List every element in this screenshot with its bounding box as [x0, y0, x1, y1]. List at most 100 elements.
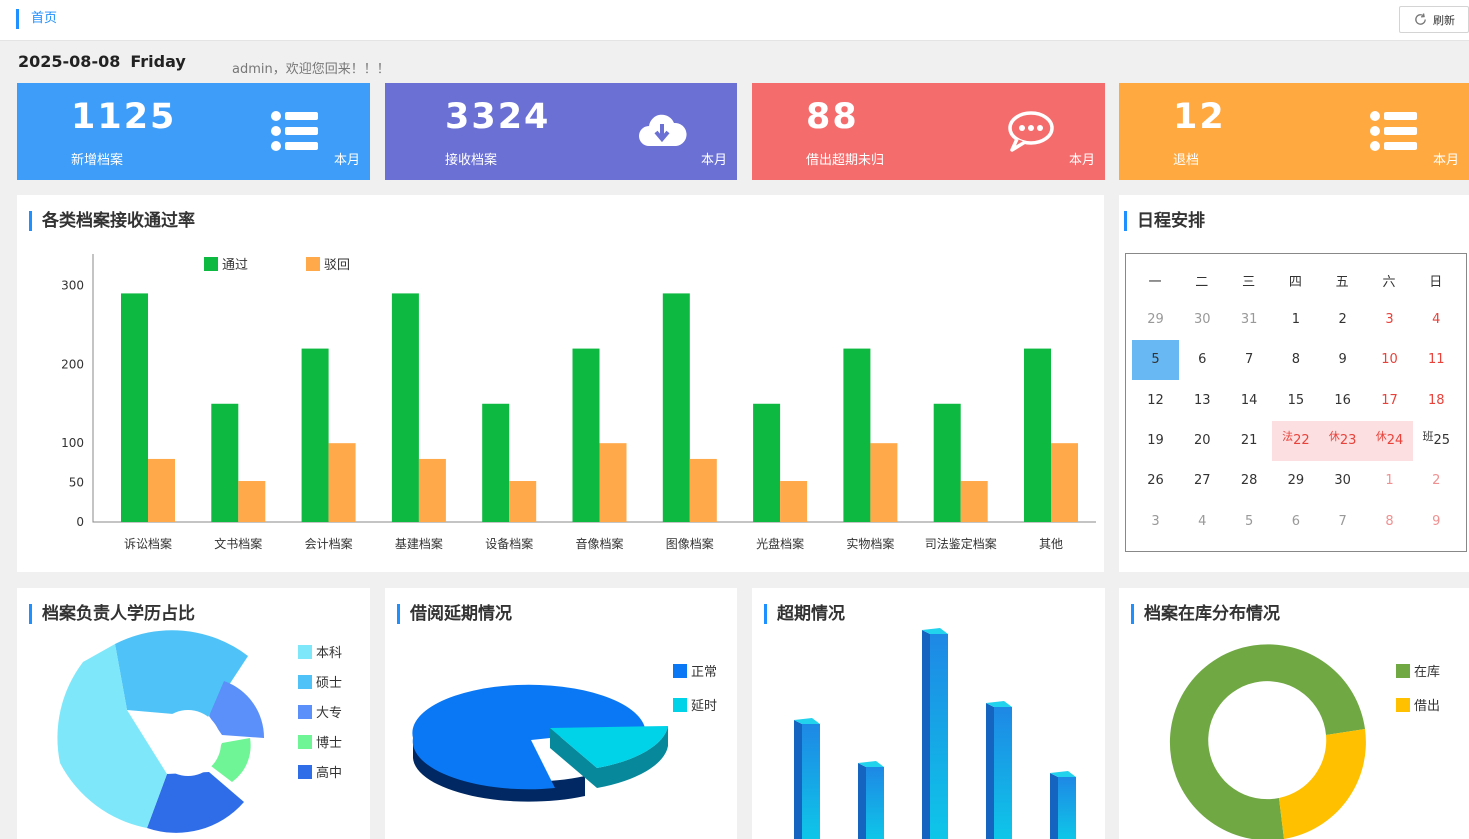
bar-reject[interactable] — [870, 443, 898, 522]
bar-reject[interactable] — [418, 458, 446, 522]
legend-item[interactable]: 硕士 — [298, 672, 342, 691]
calendar-day[interactable]: 7 — [1319, 502, 1366, 542]
calendar-day[interactable]: 休24 — [1366, 420, 1413, 461]
bar-reject[interactable] — [328, 443, 356, 522]
calendar-day-tag: 休 — [1375, 429, 1387, 443]
calendar-day[interactable]: 7 — [1226, 340, 1273, 380]
legend-normal[interactable]: 正常 — [673, 661, 717, 680]
stat-value: 12 — [1173, 97, 1226, 137]
overdue-bar[interactable] — [794, 718, 820, 839]
bar-pass[interactable] — [301, 348, 329, 522]
calendar-day-number: 7 — [1244, 352, 1254, 368]
calendar-day[interactable]: 28 — [1226, 461, 1273, 501]
x-category-label: 光盘档案 — [756, 536, 804, 551]
bar-reject[interactable] — [689, 458, 717, 522]
calendar-day[interactable]: 5 — [1226, 502, 1273, 542]
calendar-day[interactable]: 1 — [1272, 300, 1319, 340]
calendar-day[interactable]: 9 — [1413, 502, 1460, 542]
calendar-day[interactable]: 9 — [1319, 340, 1366, 380]
stat-card-overdue[interactable]: 88 借出超期未归 本月 — [752, 83, 1105, 180]
calendar-day[interactable]: 18 — [1413, 381, 1460, 421]
calendar-day[interactable]: 26 — [1132, 461, 1179, 501]
legend-lent[interactable]: 借出 — [1396, 695, 1440, 714]
bar-reject[interactable] — [148, 458, 175, 522]
legend-stock[interactable]: 在库 — [1396, 661, 1440, 680]
calendar-day[interactable]: 14 — [1226, 381, 1273, 421]
bar-pass[interactable] — [843, 348, 871, 522]
bar-pass[interactable] — [211, 403, 239, 522]
calendar-day[interactable]: 4 — [1413, 300, 1460, 340]
calendar-day[interactable]: 3 — [1366, 300, 1413, 340]
calendar-day[interactable]: 19 — [1132, 421, 1179, 461]
calendar-day[interactable]: 29 — [1132, 300, 1179, 340]
calendar-day[interactable]: 13 — [1179, 381, 1226, 421]
overdue-bar[interactable] — [858, 761, 884, 839]
calendar-day[interactable]: 20 — [1179, 421, 1226, 461]
calendar-day-tag: 法 — [1282, 429, 1294, 443]
pass-rate-panel: 各类档案接收通过率 通过 驳回 0 50 100 200 300 诉讼档案 文书档案 会计档案… — [17, 195, 1104, 572]
legend-delay[interactable]: 延时 — [673, 695, 717, 714]
calendar-day[interactable]: 2 — [1413, 461, 1460, 501]
stat-card-returned[interactable]: 12 退档 本月 — [1119, 83, 1469, 180]
bar-pass[interactable] — [662, 293, 690, 522]
bar-reject[interactable] — [599, 443, 627, 522]
stat-card-received[interactable]: 3324 接收档案 本月 — [385, 83, 737, 180]
legend-swatch — [298, 764, 312, 779]
calendar-day[interactable]: 12 — [1132, 381, 1179, 421]
calendar-day[interactable]: 2 — [1319, 300, 1366, 340]
calendar-day[interactable]: 30 — [1179, 300, 1226, 340]
bar-reject[interactable] — [960, 481, 988, 522]
stat-card-new[interactable]: 1125 新增档案 本月 — [17, 83, 370, 180]
calendar-day[interactable]: 21 — [1226, 421, 1273, 461]
overdue-bar[interactable] — [922, 628, 948, 839]
calendar-day[interactable]: 5 — [1132, 340, 1179, 381]
calendar-day-number: 29 — [1147, 312, 1164, 327]
y-tick-label: 200 — [61, 357, 84, 371]
calendar-day[interactable]: 6 — [1179, 340, 1226, 380]
calendar-day[interactable]: 29 — [1272, 461, 1319, 501]
calendar-day[interactable]: 1 — [1366, 461, 1413, 501]
legend-item[interactable]: 博士 — [298, 732, 342, 751]
calendar-day[interactable]: 8 — [1366, 502, 1413, 542]
bar-reject[interactable] — [238, 481, 266, 522]
refresh-button[interactable]: 刷新 — [1399, 6, 1469, 33]
overdue-bar[interactable] — [1050, 771, 1076, 839]
calendar-day-number: 3 — [1385, 312, 1394, 327]
calendar-day[interactable]: 4 — [1179, 502, 1226, 542]
bar-reject[interactable] — [509, 481, 537, 522]
calendar-day[interactable]: 15 — [1272, 381, 1319, 421]
calendar-day[interactable]: 休23 — [1319, 420, 1367, 461]
top-bar: 首页 刷新 — [0, 0, 1469, 41]
bar-pass[interactable] — [391, 293, 419, 522]
calendar-day[interactable]: 17 — [1366, 381, 1413, 421]
stat-period: 本月 — [700, 153, 727, 168]
legend-label: 本科 — [316, 646, 343, 661]
calendar-day[interactable]: 11 — [1413, 340, 1460, 380]
bar-pass[interactable] — [753, 403, 781, 522]
bar-pass[interactable] — [1024, 348, 1051, 522]
legend-label: 硕士 — [316, 676, 343, 691]
calendar-day[interactable]: 3 — [1132, 502, 1179, 542]
tab-home[interactable]: 首页 — [16, 9, 57, 29]
calendar-day[interactable]: 6 — [1272, 502, 1319, 542]
bar-pass[interactable] — [482, 403, 510, 522]
calendar-day[interactable]: 31 — [1226, 300, 1273, 340]
calendar-day[interactable]: 班25 — [1413, 421, 1460, 461]
legend-item[interactable]: 大专 — [298, 702, 342, 721]
calendar-day[interactable]: 法22 — [1272, 420, 1320, 461]
bar-pass[interactable] — [121, 293, 148, 522]
calendar-day[interactable]: 8 — [1272, 340, 1319, 380]
calendar-day[interactable]: 10 — [1366, 340, 1413, 380]
calendar-day[interactable]: 16 — [1319, 381, 1366, 421]
bar-pass[interactable] — [933, 403, 961, 522]
legend-item[interactable]: 高中 — [298, 762, 342, 781]
overdue-bar[interactable] — [986, 701, 1012, 839]
calendar-day[interactable]: 30 — [1319, 461, 1366, 501]
education-panel: 档案负责人学历占比 本科 硕士 大专 博士 高中 — [17, 588, 370, 839]
bar-pass[interactable] — [572, 348, 600, 522]
bar-reject[interactable] — [780, 481, 808, 522]
calendar-day-number: 28 — [1240, 473, 1258, 489]
calendar-day[interactable]: 27 — [1179, 461, 1226, 501]
legend-item[interactable]: 本科 — [298, 642, 342, 661]
bar-reject[interactable] — [1051, 443, 1078, 522]
